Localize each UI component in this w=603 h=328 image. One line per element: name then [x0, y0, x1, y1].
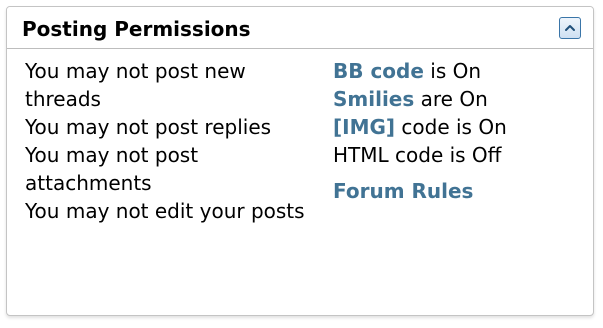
collapse-button[interactable]	[559, 17, 581, 39]
bb-code-setting: BB code is On	[333, 57, 583, 85]
permissions-list: You may not post new threads You may not…	[25, 57, 325, 225]
posting-permissions-panel: Posting Permissions You may not post new…	[6, 6, 594, 316]
img-code-status: code is On	[401, 115, 507, 139]
smilies-status: are On	[420, 87, 488, 111]
bb-code-status: is On	[430, 59, 482, 83]
forum-rules-link[interactable]: Forum Rules	[333, 179, 473, 203]
img-code-setting: [IMG] code is On	[333, 113, 583, 141]
bb-code-link[interactable]: BB code	[333, 59, 424, 83]
permission-edit-posts: You may not edit your posts	[25, 199, 305, 223]
permission-new-threads: You may not post new threads	[25, 59, 246, 111]
permission-replies: You may not post replies	[25, 115, 272, 139]
code-settings-list: BB code is On Smilies are On [IMG] code …	[333, 57, 583, 205]
permission-attachments: You may not post attachments	[25, 143, 199, 195]
html-code-setting: HTML code is Off	[333, 143, 502, 167]
smilies-setting: Smilies are On	[333, 85, 583, 113]
forum-rules-row: Forum Rules	[333, 177, 583, 205]
panel-title: Posting Permissions	[22, 17, 251, 41]
panel-header: Posting Permissions	[7, 7, 593, 49]
smilies-link[interactable]: Smilies	[333, 87, 414, 111]
chevron-up-icon	[565, 25, 575, 31]
img-code-link[interactable]: [IMG]	[333, 115, 395, 139]
